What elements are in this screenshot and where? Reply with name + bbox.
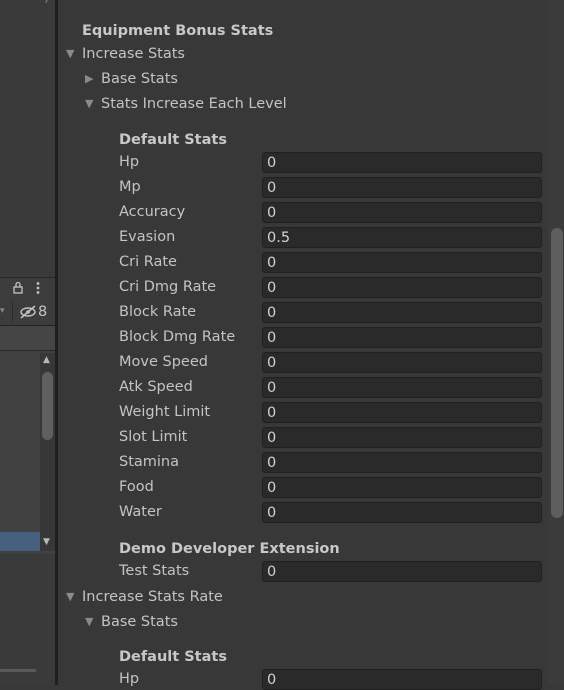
stat-label: Cri Dmg Rate xyxy=(119,279,217,295)
stat-value-field[interactable]: 0 xyxy=(262,561,542,582)
scroll-down-icon[interactable]: ▼ xyxy=(43,537,50,547)
lock-icon[interactable] xyxy=(13,281,23,294)
stat-label: Block Rate xyxy=(119,304,197,320)
foldout-label[interactable]: Base Stats xyxy=(101,612,178,632)
stat-value-field[interactable]: 0 xyxy=(262,477,542,498)
stat-value-field[interactable]: 0 xyxy=(262,377,542,398)
stat-value-field[interactable]: 0 xyxy=(262,177,542,198)
eye-slash-icon[interactable] xyxy=(19,304,37,320)
hierarchy-scroll-thumb[interactable] xyxy=(42,372,53,440)
stat-value-field[interactable]: 0 xyxy=(262,252,542,273)
stat-value-field[interactable]: 0 xyxy=(262,277,542,298)
stat-label: Hp xyxy=(119,154,140,170)
extension-header: Demo Developer Extension xyxy=(119,541,340,557)
stat-label: Stamina xyxy=(119,454,180,470)
stat-label: Block Dmg Rate xyxy=(119,329,236,345)
stat-label: Test Stats xyxy=(119,563,190,579)
stat-label: Hp xyxy=(119,671,140,687)
section-title: Equipment Bonus Stats xyxy=(82,23,274,39)
stat-label: Slot Limit xyxy=(119,429,188,445)
stat-value-field[interactable]: 0 xyxy=(262,669,542,690)
foldout-label[interactable]: Increase Stats Rate xyxy=(82,587,223,607)
stat-label: Food xyxy=(119,479,154,495)
stat-value-field[interactable]: 0 xyxy=(262,452,542,473)
selected-list-item[interactable] xyxy=(0,532,40,551)
stat-label: Mp xyxy=(119,179,141,195)
foldout-label[interactable]: Stats Increase Each Level xyxy=(101,94,287,114)
stat-label: Atk Speed xyxy=(119,379,193,395)
visibility-count: 8 xyxy=(38,304,48,320)
hierarchy-toolbar xyxy=(0,277,55,301)
stat-label: Cri Rate xyxy=(119,254,177,270)
rate-default-stats-header: Default Stats xyxy=(119,649,227,665)
stat-value-field[interactable]: 0 xyxy=(262,327,542,348)
stat-label: Move Speed xyxy=(119,354,208,370)
hierarchy-header xyxy=(0,326,55,351)
scroll-up-icon[interactable]: ▲ xyxy=(43,355,50,365)
horizontal-scroll-thumb[interactable] xyxy=(0,669,36,672)
chevron-right-icon: › xyxy=(44,0,49,7)
stat-label: Water xyxy=(119,504,162,520)
scene-visibility-bar: ▾ 8 xyxy=(0,300,55,326)
inspector-scroll-thumb[interactable] xyxy=(551,228,563,518)
collapsed-triangle-icon[interactable]: ▶ xyxy=(85,69,93,89)
stat-value-field[interactable]: 0.5 xyxy=(262,227,542,248)
kebab-menu-icon[interactable] xyxy=(35,281,41,295)
dropdown-arrow-icon[interactable]: ▾ xyxy=(0,306,10,316)
stat-value-field[interactable]: 0 xyxy=(262,427,542,448)
expanded-triangle-icon[interactable]: ▼ xyxy=(85,94,93,114)
stat-value-field[interactable]: 0 xyxy=(262,202,542,223)
stat-label: Evasion xyxy=(119,229,176,245)
stat-value-field[interactable]: 0 xyxy=(262,302,542,323)
expanded-triangle-icon[interactable]: ▼ xyxy=(66,44,74,64)
toolbar-separator xyxy=(12,302,13,322)
stat-value-field[interactable]: 0 xyxy=(262,402,542,423)
stat-value-field[interactable]: 0 xyxy=(262,152,542,173)
stat-label: Weight Limit xyxy=(119,404,211,420)
expanded-triangle-icon[interactable]: ▼ xyxy=(66,587,74,607)
expanded-triangle-icon[interactable]: ▼ xyxy=(85,612,93,632)
foldout-label[interactable]: Increase Stats xyxy=(82,44,185,64)
stat-value-field[interactable]: 0 xyxy=(262,502,542,523)
foldout-label[interactable]: Base Stats xyxy=(101,69,178,89)
default-stats-header: Default Stats xyxy=(119,132,227,148)
stat-label: Accuracy xyxy=(119,204,186,220)
stat-value-field[interactable]: 0 xyxy=(262,352,542,373)
